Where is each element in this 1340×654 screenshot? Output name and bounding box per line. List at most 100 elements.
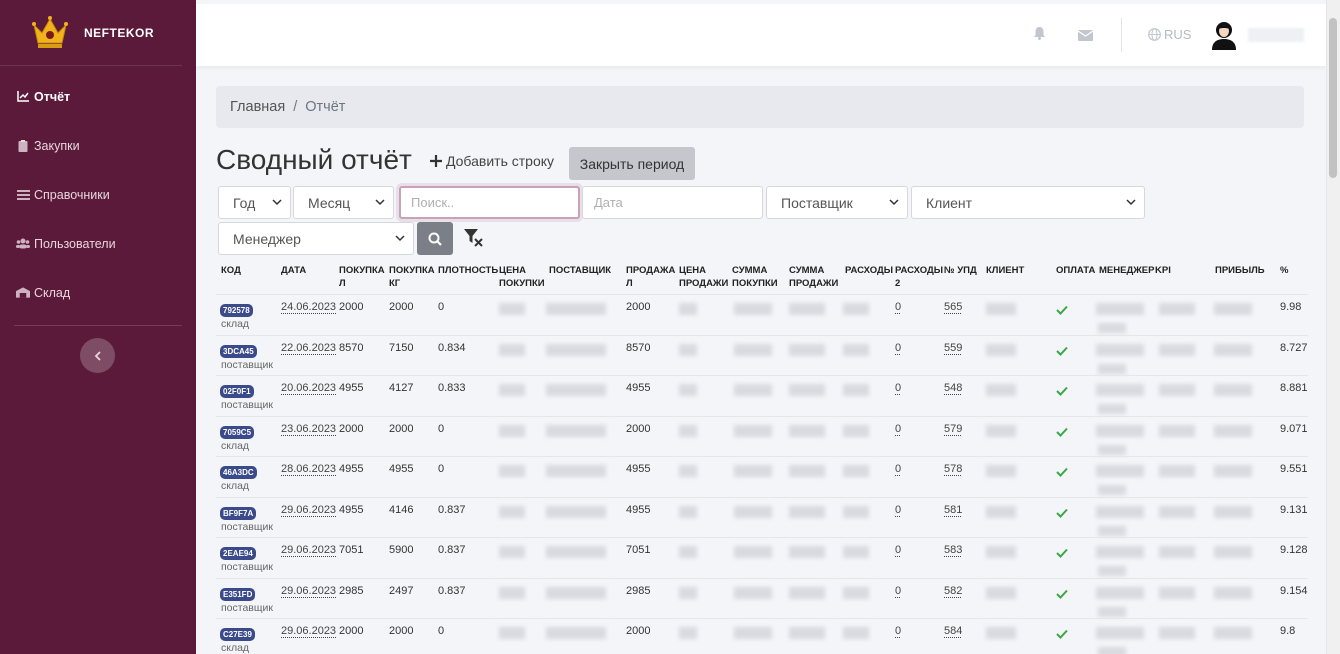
expenses2-cell[interactable]: 0: [895, 544, 901, 556]
upd-cell[interactable]: 583: [944, 544, 962, 556]
clear-filter-button[interactable]: [464, 229, 484, 252]
scrollbar-thumb[interactable]: [1329, 18, 1337, 178]
payment-check-icon[interactable]: [1056, 302, 1068, 320]
upd-cell[interactable]: 565: [944, 301, 962, 313]
upd-cell[interactable]: 559: [944, 342, 962, 354]
header-kpi[interactable]: KPI: [1155, 264, 1171, 277]
sidebar-item-users[interactable]: Пользователи: [0, 219, 196, 268]
envelope-icon[interactable]: [1078, 28, 1093, 46]
payment-check-icon[interactable]: [1056, 545, 1068, 563]
language-selector[interactable]: RUS: [1148, 27, 1191, 42]
breadcrumb-home[interactable]: Главная: [230, 99, 285, 115]
date-cell[interactable]: 29.06.2023: [281, 504, 336, 516]
date-cell[interactable]: 24.06.2023: [281, 301, 336, 313]
expenses2-cell[interactable]: 0: [895, 463, 901, 475]
payment-check-icon[interactable]: [1056, 383, 1068, 401]
table-row[interactable]: 46A3DC склад 28.06.2023 4955 4955 0 4955…: [216, 456, 1308, 497]
table-row[interactable]: 792578 склад 24.06.2023 2000 2000 0 2000…: [216, 294, 1308, 335]
upd-cell[interactable]: 579: [944, 423, 962, 435]
date-cell[interactable]: 28.06.2023: [281, 463, 336, 475]
header-buy-kg[interactable]: ПОКУПКА КГ: [389, 264, 435, 290]
table-row[interactable]: 3DCA45 поставщик 22.06.2023 8570 7150 0.…: [216, 335, 1308, 376]
header-density[interactable]: ПЛОТНОСТЬ: [438, 264, 498, 277]
code-badge[interactable]: 7059C5: [220, 426, 254, 439]
header-supplier[interactable]: ПОСТАВЩИК: [549, 264, 611, 277]
manager-select[interactable]: Менеджер: [218, 222, 414, 255]
code-badge[interactable]: 3DCA45: [220, 345, 257, 358]
page-scrollbar[interactable]: [1326, 0, 1340, 654]
header-sale-price[interactable]: ЦЕНА ПРОДАЖИ: [679, 264, 727, 290]
payment-check-icon[interactable]: [1056, 343, 1068, 361]
close-period-button[interactable]: Закрыть период: [569, 147, 695, 180]
payment-check-icon[interactable]: [1056, 505, 1068, 523]
table-row[interactable]: 2EAE94 поставщик 29.06.2023 7051 5900 0.…: [216, 537, 1308, 578]
date-input[interactable]: Дата: [582, 186, 763, 219]
header-sale-sum[interactable]: СУММА ПРОДАЖИ: [789, 264, 837, 290]
header-profit[interactable]: ПРИБЫЛЬ: [1215, 264, 1265, 277]
add-row-button[interactable]: Добавить строку: [430, 153, 554, 169]
sidebar-item-warehouse[interactable]: Склад: [0, 268, 196, 317]
expenses2-cell[interactable]: 0: [895, 585, 901, 597]
avatar[interactable]: [1210, 20, 1238, 50]
header-upd[interactable]: № УПД: [944, 264, 977, 277]
brand[interactable]: NEFTEKOR: [0, 0, 182, 66]
header-code[interactable]: КОД: [221, 264, 241, 277]
header-client[interactable]: КЛИЕНТ: [986, 264, 1024, 277]
header-expenses[interactable]: РАСХОДЫ: [845, 264, 893, 277]
code-badge[interactable]: 792578: [220, 304, 253, 317]
search-input[interactable]: Поиск..: [399, 186, 580, 219]
header-buy-price[interactable]: ЦЕНА ПОКУПКИ: [499, 264, 545, 290]
code-badge[interactable]: 46A3DC: [220, 466, 257, 479]
header-sale-l[interactable]: ПРОДАЖА Л: [626, 264, 674, 290]
expenses2-cell[interactable]: 0: [895, 382, 901, 394]
username-redacted[interactable]: [1248, 28, 1304, 42]
sidebar-item-references[interactable]: Справочники: [0, 170, 196, 219]
code-badge[interactable]: 2EAE94: [220, 547, 256, 560]
supplier-select[interactable]: Поставщик: [766, 186, 908, 219]
code-badge[interactable]: C27E39: [220, 628, 255, 641]
table-row[interactable]: C27E39 склад 29.06.2023 2000 2000 0 2000…: [216, 618, 1308, 654]
header-manager[interactable]: МЕНЕДЖЕР: [1099, 264, 1154, 277]
upd-cell[interactable]: 581: [944, 504, 962, 516]
table-row[interactable]: BF9F7A поставщик 29.06.2023 4955 4146 0.…: [216, 497, 1308, 538]
sidebar-item-report[interactable]: Отчёт: [0, 72, 196, 121]
payment-check-icon[interactable]: [1056, 424, 1068, 442]
payment-check-icon[interactable]: [1056, 586, 1068, 604]
date-cell[interactable]: 29.06.2023: [281, 585, 336, 597]
month-select[interactable]: Месяц: [293, 186, 394, 219]
expenses2-cell[interactable]: 0: [895, 625, 901, 637]
search-button[interactable]: [417, 222, 453, 255]
payment-check-icon[interactable]: [1056, 626, 1068, 644]
expenses2-cell[interactable]: 0: [895, 301, 901, 313]
header-date[interactable]: ДАТА: [281, 264, 306, 277]
header-buy-l[interactable]: ПОКУПКА Л: [339, 264, 383, 290]
bell-icon[interactable]: [1033, 26, 1046, 45]
date-cell[interactable]: 29.06.2023: [281, 625, 336, 637]
header-buy-sum[interactable]: СУММА ПОКУПКИ: [732, 264, 778, 290]
table-row[interactable]: 7059C5 склад 23.06.2023 2000 2000 0 2000…: [216, 416, 1308, 457]
upd-cell[interactable]: 582: [944, 585, 962, 597]
sidebar-collapse-button[interactable]: [80, 338, 115, 373]
expenses2-cell[interactable]: 0: [895, 504, 901, 516]
upd-cell[interactable]: 548: [944, 382, 962, 394]
year-select[interactable]: Год: [218, 186, 291, 219]
code-badge[interactable]: 02F0F1: [220, 385, 254, 398]
table-row[interactable]: 02F0F1 поставщик 20.06.2023 4955 4127 0.…: [216, 375, 1308, 416]
date-cell[interactable]: 29.06.2023: [281, 544, 336, 556]
sidebar-item-purchases[interactable]: Закупки: [0, 121, 196, 170]
header-expenses2[interactable]: РАСХОДЫ 2: [895, 264, 939, 290]
upd-cell[interactable]: 584: [944, 625, 962, 637]
date-cell[interactable]: 23.06.2023: [281, 423, 336, 435]
expenses2-cell[interactable]: 0: [895, 423, 901, 435]
header-pct[interactable]: %: [1280, 264, 1288, 277]
date-cell[interactable]: 20.06.2023: [281, 382, 336, 394]
client-select[interactable]: Клиент: [911, 186, 1145, 219]
header-payment[interactable]: ОПЛАТА: [1056, 264, 1095, 277]
date-cell[interactable]: 22.06.2023: [281, 342, 336, 354]
payment-check-icon[interactable]: [1056, 464, 1068, 482]
upd-cell[interactable]: 578: [944, 463, 962, 475]
expenses2-cell[interactable]: 0: [895, 342, 901, 354]
code-badge[interactable]: E351FD: [220, 588, 255, 601]
table-row[interactable]: E351FD поставщик 29.06.2023 2985 2497 0.…: [216, 578, 1308, 619]
code-badge[interactable]: BF9F7A: [220, 507, 256, 520]
